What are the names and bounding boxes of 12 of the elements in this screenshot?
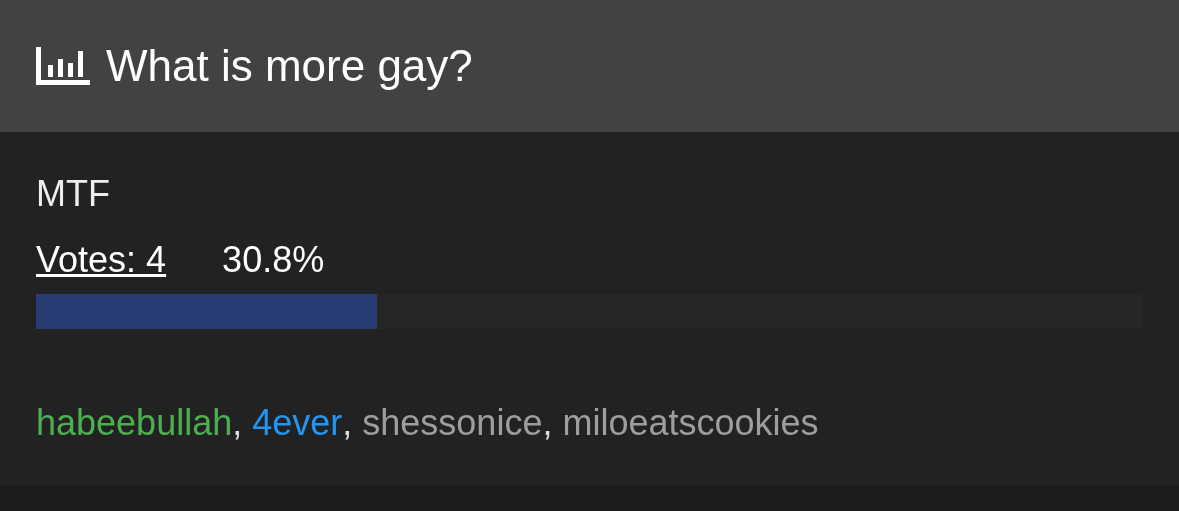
- votes-link[interactable]: Votes: 4: [36, 242, 181, 278]
- voter-name[interactable]: 4ever: [252, 405, 343, 441]
- voter-name[interactable]: miloeatscookies: [562, 405, 819, 441]
- voter-name[interactable]: shessonice: [362, 405, 543, 441]
- comma-separator: ,: [232, 405, 243, 441]
- option-label: MTF: [36, 176, 111, 212]
- vote-percent: 30.8%: [222, 242, 325, 278]
- voter-name[interactable]: habeebullah: [36, 405, 233, 441]
- bar-chart-icon: [36, 47, 90, 85]
- comma-separator: ,: [342, 405, 353, 441]
- comma-separator: ,: [542, 405, 553, 441]
- poll-title: What is more gay?: [106, 44, 473, 88]
